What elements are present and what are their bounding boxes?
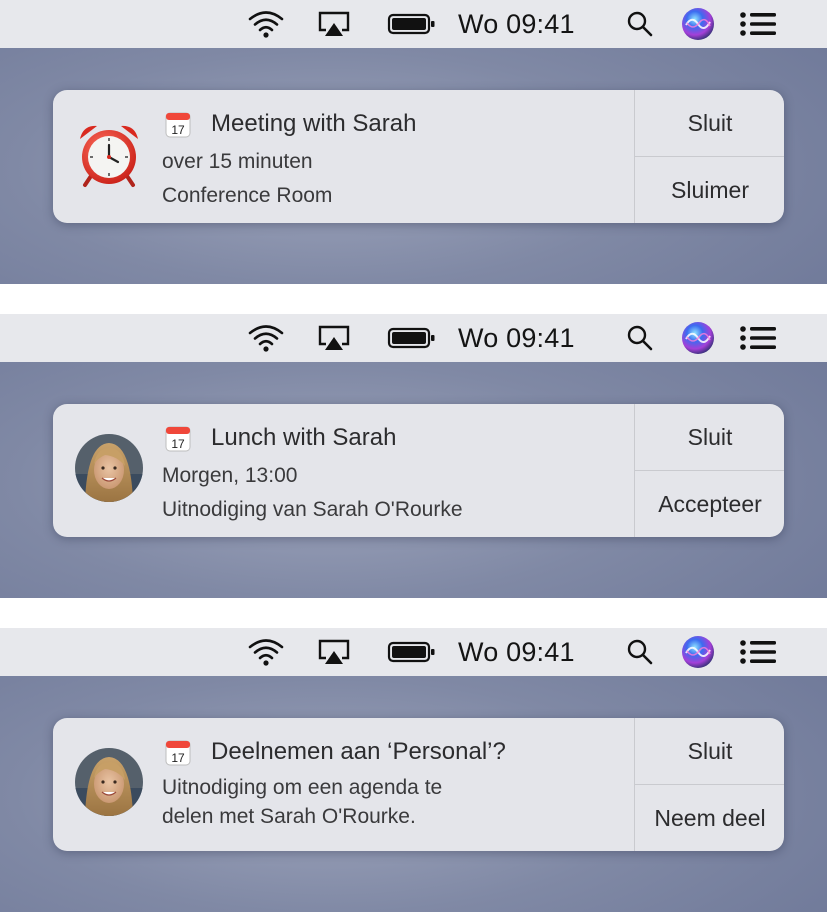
screen-panel: Wo 09:41 — [0, 0, 827, 284]
svg-text:17: 17 — [171, 751, 185, 765]
wifi-icon[interactable] — [246, 628, 286, 676]
airplay-icon[interactable] — [314, 0, 354, 48]
notification-line: Uitnodiging om een agenda te — [162, 776, 443, 799]
notification-content[interactable]: 17 Deelnemen aan ‘Personal’? Uitnodiging… — [53, 718, 634, 851]
notification-line: Conference Room — [162, 184, 333, 207]
notification-title: Lunch with Sarah — [211, 424, 397, 451]
close-button[interactable]: Sluit — [635, 90, 784, 157]
screen-panel: Wo 09:41 — [0, 628, 827, 912]
battery-icon[interactable] — [386, 628, 438, 676]
menu-bar-clock[interactable]: Wo 09:41 — [458, 314, 575, 362]
calendar-icon: 17 — [165, 740, 191, 766]
menu-bar-clock[interactable]: Wo 09:41 — [458, 628, 575, 676]
notification-center-icon[interactable] — [736, 628, 780, 676]
avatar — [75, 434, 143, 502]
notification-line: over 15 minuten — [162, 150, 313, 173]
calendar-icon: 17 — [165, 426, 191, 452]
siri-icon[interactable] — [678, 0, 718, 48]
accept-button[interactable]: Accepteer — [635, 471, 784, 537]
wifi-icon[interactable] — [246, 0, 286, 48]
notification-body: over 15 minuten Conference Room — [162, 145, 332, 213]
wifi-icon[interactable] — [246, 314, 286, 362]
notification-actions: Sluit Neem deel — [634, 718, 784, 851]
notification-body: Uitnodiging om een agenda te delen met S… — [162, 773, 442, 831]
snooze-button[interactable]: Sluimer — [635, 157, 784, 223]
menu-bar: Wo 09:41 — [0, 628, 827, 676]
siri-icon[interactable] — [678, 314, 718, 362]
menu-bar: Wo 09:41 — [0, 0, 827, 48]
notification-line: Morgen, 13:00 — [162, 464, 298, 487]
alarm-clock-icon — [75, 120, 143, 188]
close-button[interactable]: Sluit — [635, 404, 784, 471]
airplay-icon[interactable] — [314, 314, 354, 362]
notification-banner[interactable]: 17 Deelnemen aan ‘Personal’? Uitnodiging… — [53, 718, 784, 851]
notification-center-icon[interactable] — [736, 0, 780, 48]
menu-bar: Wo 09:41 — [0, 314, 827, 362]
notification-banner[interactable]: 17 Meeting with Sarah over 15 minuten Co… — [53, 90, 784, 223]
spotlight-search-icon[interactable] — [622, 628, 658, 676]
battery-icon[interactable] — [386, 0, 438, 48]
notification-actions: Sluit Sluimer — [634, 90, 784, 223]
airplay-icon[interactable] — [314, 628, 354, 676]
screen-panel: Wo 09:41 — [0, 314, 827, 598]
notification-title: Meeting with Sarah — [211, 110, 417, 137]
notification-actions: Sluit Accepteer — [634, 404, 784, 537]
avatar — [75, 748, 143, 816]
svg-text:17: 17 — [171, 437, 185, 451]
notification-title: Deelnemen aan ‘Personal’? — [211, 738, 506, 765]
svg-text:17: 17 — [171, 123, 185, 137]
battery-icon[interactable] — [386, 314, 438, 362]
join-button[interactable]: Neem deel — [635, 785, 784, 851]
close-button[interactable]: Sluit — [635, 718, 784, 785]
spotlight-search-icon[interactable] — [622, 0, 658, 48]
notification-body: Morgen, 13:00 Uitnodiging van Sarah O'Ro… — [162, 459, 463, 527]
notification-center-icon[interactable] — [736, 314, 780, 362]
notification-content[interactable]: 17 Lunch with Sarah Morgen, 13:00 Uitnod… — [53, 404, 634, 537]
siri-icon[interactable] — [678, 628, 718, 676]
notification-content[interactable]: 17 Meeting with Sarah over 15 minuten Co… — [53, 90, 634, 223]
menu-bar-clock[interactable]: Wo 09:41 — [458, 0, 575, 48]
notification-line: delen met Sarah O'Rourke. — [162, 805, 416, 828]
notification-banner[interactable]: 17 Lunch with Sarah Morgen, 13:00 Uitnod… — [53, 404, 784, 537]
calendar-icon: 17 — [165, 112, 191, 138]
spotlight-search-icon[interactable] — [622, 314, 658, 362]
notification-line: Uitnodiging van Sarah O'Rourke — [162, 498, 463, 521]
